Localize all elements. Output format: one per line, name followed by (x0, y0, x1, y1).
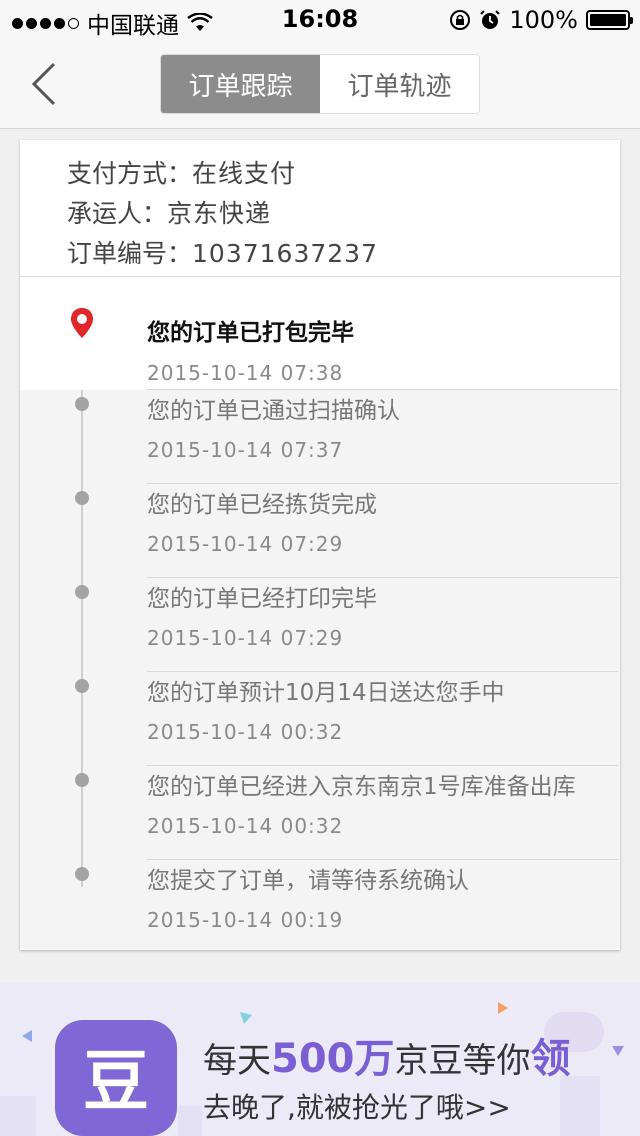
battery-icon (586, 10, 633, 30)
order-info: 支付方式：在线支付 承运人：京东快递 订单编号：10371637237 (20, 140, 620, 277)
tracking-timeline: 您的订单已打包完毕 2015-10-14 07:38 您的订单已通过扫描确认 2… (20, 277, 620, 950)
timeline-item: 您提交了订单，请等待系统确认 2015-10-14 00:19 (20, 860, 620, 954)
carrier-label: 承运人： (67, 199, 168, 228)
timeline-dot (75, 397, 89, 411)
rotation-lock-icon (450, 10, 471, 30)
banner-title-number: 500万 (271, 1036, 395, 1082)
timeline-dot (75, 679, 89, 693)
timeline-text: 您的订单预计10月14日送达您手中 (147, 680, 505, 706)
timeline-time: 2015-10-14 00:32 (147, 720, 344, 744)
carrier-value: 京东快递 (167, 199, 272, 228)
payment-method-row: 支付方式：在线支付 (67, 154, 620, 194)
timeline-time: 2015-10-14 07:37 (147, 438, 344, 462)
nav-bar: 订单跟踪 订单轨迹 (0, 40, 640, 129)
banner-title-claim: 领 (530, 1036, 571, 1082)
timeline-item: 您的订单预计10月14日送达您手中 2015-10-14 00:32 (20, 672, 620, 766)
decor-bar (178, 1106, 202, 1136)
timeline-dot (75, 773, 89, 787)
carrier-row: 承运人：京东快递 (67, 194, 620, 234)
order-number-row: 订单编号：10371637237 (67, 234, 620, 274)
timeline-item: 您的订单已经打印完毕 2015-10-14 07:29 (20, 578, 620, 672)
timeline-text: 您提交了订单，请等待系统确认 (147, 868, 469, 894)
timeline-item: 您的订单已打包完毕 2015-10-14 07:38 (20, 277, 620, 390)
decor-bar (0, 1096, 36, 1136)
location-pin-icon (71, 308, 93, 338)
banner-title-mid: 京豆等你 (394, 1041, 531, 1081)
svg-text:豆: 豆 (83, 1043, 149, 1118)
timeline-item: 您的订单已经进入京东南京1号库准备出库 2015-10-14 00:32 (20, 766, 620, 860)
timeline-text: 您的订单已经拣货完成 (147, 492, 377, 518)
order-number-value: 10371637237 (192, 239, 378, 268)
timeline-dot (75, 491, 89, 505)
status-right: 100% (449, 6, 633, 34)
battery-percent: 100% (509, 6, 578, 34)
timeline-item: 您的订单已经拣货完成 2015-10-14 07:29 (20, 484, 620, 578)
timeline-dot (75, 867, 89, 881)
status-bar: 中国联通 16:08 100% (0, 0, 640, 40)
jingdou-icon: 豆 (55, 1020, 177, 1136)
order-number-label: 订单编号： (67, 239, 193, 268)
jingdou-promo-banner[interactable]: 豆 每天500万京豆等你领 去晚了,就被抢光了哦>> (0, 982, 640, 1136)
back-button[interactable] (22, 60, 66, 108)
banner-subtitle: 去晚了,就被抢光了哦>> (203, 1091, 511, 1124)
payment-method-label: 支付方式： (67, 159, 193, 188)
banner-title: 每天500万京豆等你领 (203, 1026, 571, 1084)
banner-title-pre: 每天 (203, 1041, 271, 1081)
alarm-icon (480, 10, 501, 29)
timeline-dot (75, 585, 89, 599)
timeline-text: 您的订单已通过扫描确认 (147, 398, 400, 424)
timeline-time: 2015-10-14 00:19 (147, 908, 344, 932)
order-tracking-card: 支付方式：在线支付 承运人：京东快递 订单编号：10371637237 您的订单… (20, 140, 620, 950)
timeline-time: 2015-10-14 07:29 (147, 532, 344, 556)
timeline-time: 2015-10-14 07:38 (147, 361, 344, 385)
tab-order-trajectory[interactable]: 订单轨迹 (320, 55, 479, 113)
timeline-time: 2015-10-14 07:29 (147, 626, 344, 650)
decor-bar (560, 1076, 600, 1136)
payment-method-value: 在线支付 (192, 159, 297, 188)
confetti-icon (498, 1002, 508, 1014)
timeline-item: 您的订单已通过扫描确认 2015-10-14 07:37 (20, 390, 620, 484)
confetti-icon (240, 1012, 252, 1024)
confetti-icon (22, 1030, 32, 1042)
timeline-text: 您的订单已经打印完毕 (147, 586, 377, 612)
timeline-text: 您的订单已打包完毕 (147, 320, 354, 346)
tab-segmented-control: 订单跟踪 订单轨迹 (160, 54, 480, 114)
tab-order-tracking[interactable]: 订单跟踪 (161, 55, 320, 113)
confetti-icon (612, 1046, 624, 1056)
timeline-text: 您的订单已经进入京东南京1号库准备出库 (147, 774, 576, 800)
timeline-time: 2015-10-14 00:32 (147, 814, 344, 838)
bean-glyph: 豆 (83, 1043, 149, 1118)
